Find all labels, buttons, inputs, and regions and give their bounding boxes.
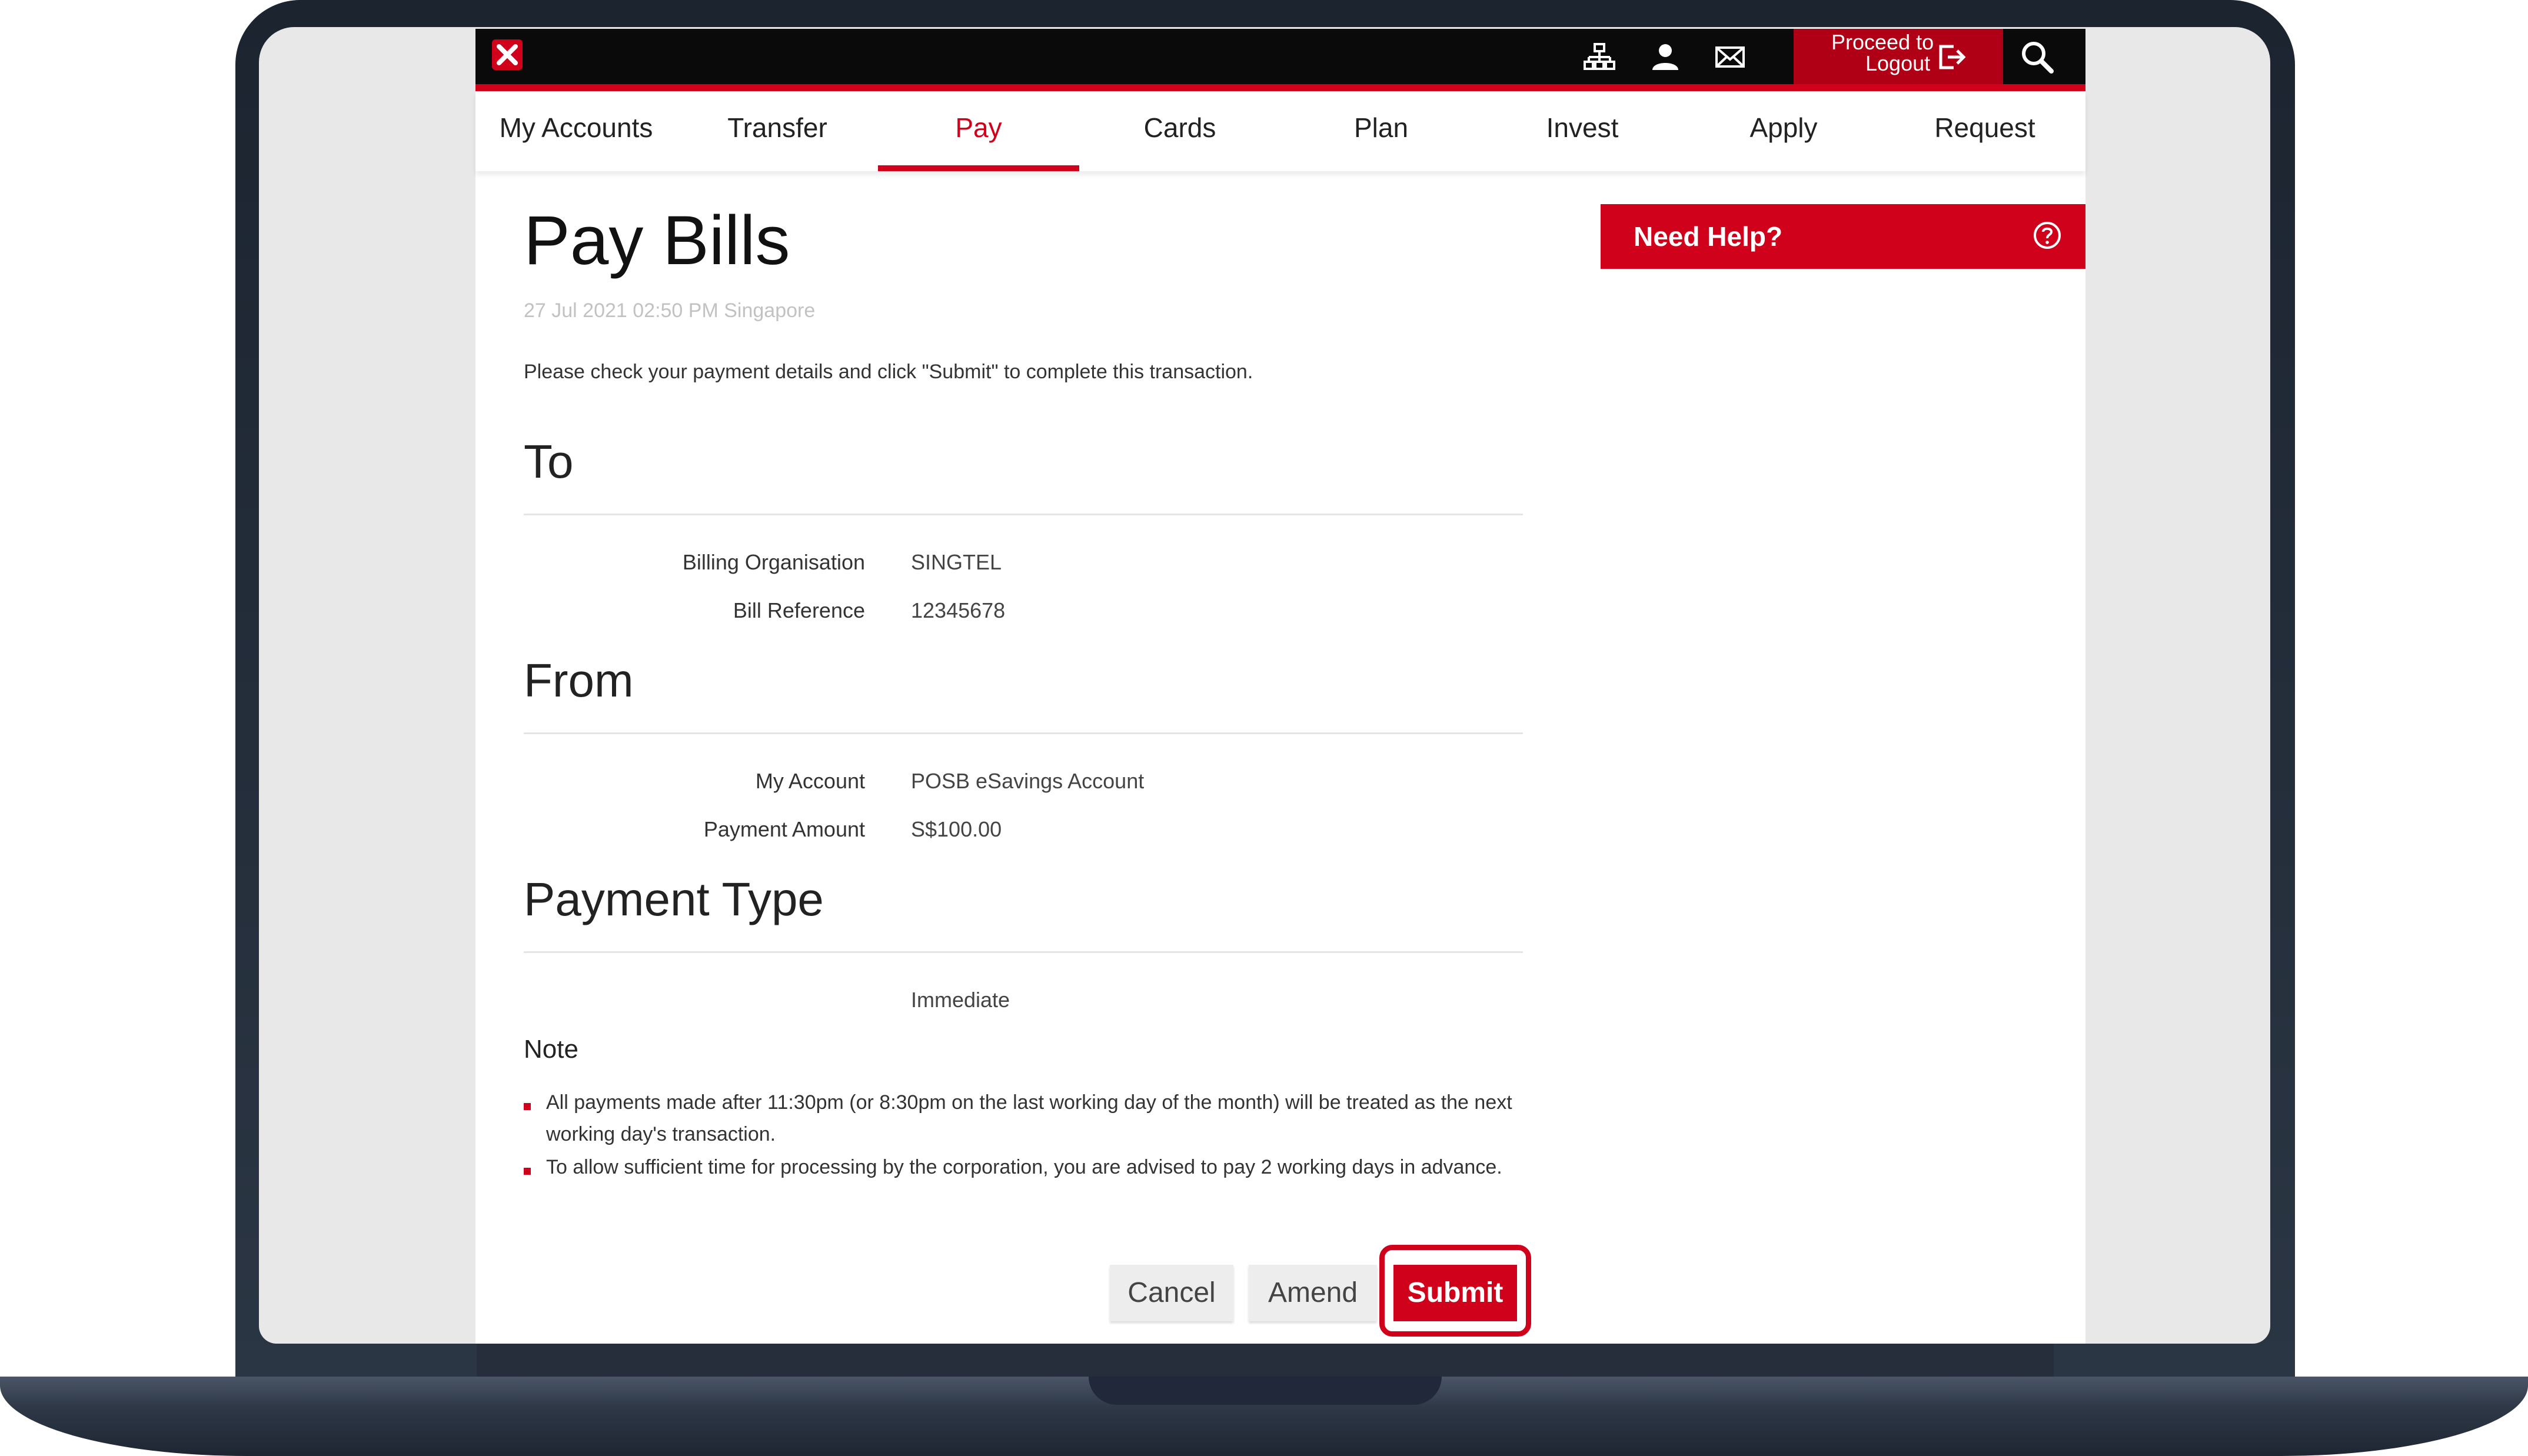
need-help-button[interactable]: Need Help? [1601, 204, 2085, 269]
nav-my-accounts[interactable]: My Accounts [475, 91, 677, 171]
main-nav: My Accounts Transfer Pay Cards Plan Inve… [475, 91, 2085, 171]
note-heading: Note [524, 1035, 578, 1064]
bank-logo[interactable] [492, 39, 523, 70]
page-title: Pay Bills [524, 202, 790, 279]
instruction-text: Please check your payment details and cl… [524, 361, 1253, 383]
nav-apply[interactable]: Apply [1683, 91, 1884, 171]
my-account-label: My Account [755, 769, 865, 793]
logout-label-line1: Proceed to [1831, 30, 1934, 54]
billing-org-label: Billing Organisation [682, 550, 865, 574]
search-icon[interactable] [2018, 38, 2056, 76]
note-bullet [524, 1103, 531, 1110]
section-to-heading: To [524, 435, 574, 488]
mail-icon[interactable] [1714, 41, 1747, 74]
divider [524, 732, 1523, 734]
bill-ref-value: 12345678 [911, 598, 1006, 622]
nav-pay[interactable]: Pay [878, 91, 1079, 171]
banking-page: Proceed to Logout My Accounts Transfer P… [475, 29, 2085, 1344]
user-icon[interactable] [1649, 41, 1682, 74]
nav-plan[interactable]: Plan [1280, 91, 1482, 171]
bill-ref-label: Bill Reference [733, 598, 865, 622]
payment-amount-label: Payment Amount [703, 817, 865, 841]
laptop-notch [1089, 1377, 1442, 1405]
section-payment-type-heading: Payment Type [524, 873, 824, 925]
timestamp: 27 Jul 2021 02:50 PM Singapore [524, 299, 816, 322]
sitemap-icon[interactable] [1583, 41, 1616, 74]
amend-button[interactable]: Amend [1249, 1265, 1377, 1321]
billing-org-value: SINGTEL [911, 550, 1002, 574]
section-from-heading: From [524, 654, 634, 707]
top-bar: Proceed to Logout [475, 29, 2085, 91]
note-item: To allow sufficient time for processing … [546, 1156, 1502, 1178]
my-account-value: POSB eSavings Account [911, 769, 1145, 793]
help-circle-icon [2034, 222, 2061, 249]
nav-invest[interactable]: Invest [1482, 91, 1683, 171]
logout-label-line2: Logout [1865, 51, 1931, 75]
divider [524, 951, 1523, 953]
logout-button[interactable]: Proceed to Logout [1794, 29, 2003, 84]
need-help-label: Need Help? [1634, 221, 1783, 252]
nav-request[interactable]: Request [1884, 91, 2085, 171]
nav-cards[interactable]: Cards [1079, 91, 1280, 171]
cancel-button[interactable]: Cancel [1110, 1265, 1233, 1321]
note-item: All payments made after 11:30pm (or 8:30… [546, 1091, 1512, 1145]
nav-transfer[interactable]: Transfer [677, 91, 878, 171]
submit-button[interactable]: Submit [1393, 1265, 1517, 1321]
note-bullet [524, 1168, 531, 1175]
divider [524, 514, 1523, 515]
screen-bottom-edge [477, 1342, 2054, 1378]
payment-type-value: Immediate [911, 988, 1010, 1012]
logout-icon [1939, 45, 1966, 69]
payment-amount-value: S$100.00 [911, 817, 1002, 841]
